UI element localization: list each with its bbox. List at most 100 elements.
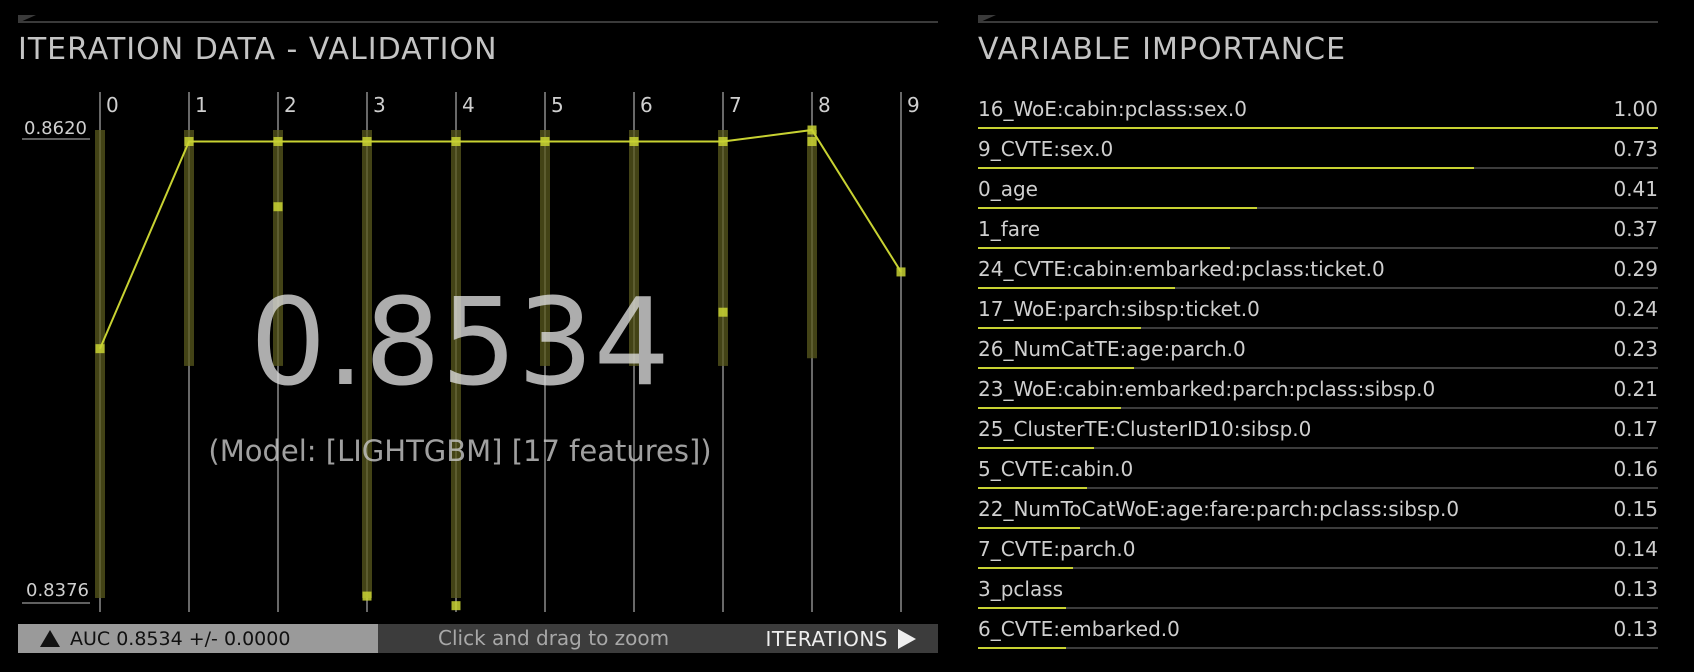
x-tick-label: 0 xyxy=(106,93,119,117)
importance-bar-fill xyxy=(978,487,1087,489)
x-tick-label: 6 xyxy=(640,93,653,117)
x-tick-label: 1 xyxy=(195,93,208,117)
best-score-value: 0.8534 xyxy=(250,274,670,413)
variable-row[interactable]: 1_fare 0.37 xyxy=(978,214,1658,254)
x-tick-label: 2 xyxy=(284,93,297,117)
iteration-range-band xyxy=(184,130,194,366)
x-tick-label: 5 xyxy=(551,93,564,117)
iteration-point xyxy=(362,137,372,147)
play-icon xyxy=(898,628,916,649)
variable-row[interactable]: 26_NumCatTE:age:parch.0 0.23 xyxy=(978,334,1658,374)
iteration-range-band xyxy=(807,130,817,359)
variable-row[interactable]: 3_pclass 0.13 xyxy=(978,574,1658,614)
y-tick-label-min: 0.8376 xyxy=(26,580,89,601)
variable-importance-value: 0.23 xyxy=(1613,337,1658,361)
importance-bar-track xyxy=(978,167,1658,169)
variable-importance-title: VARIABLE IMPORTANCE xyxy=(978,32,1347,67)
variable-row[interactable]: 25_ClusterTE:ClusterID10:sibsp.0 0.17 xyxy=(978,414,1658,454)
importance-bar-track xyxy=(978,287,1658,289)
iteration-point xyxy=(540,137,550,147)
variable-name: 23_WoE:cabin:embarked:parch:pclass:sibsp… xyxy=(978,377,1436,401)
iteration-point xyxy=(896,267,906,277)
iteration-range-band xyxy=(95,130,105,598)
importance-bar-track xyxy=(978,247,1658,249)
importance-bar-fill xyxy=(978,527,1080,529)
importance-bar-fill xyxy=(978,647,1067,649)
variable-row[interactable]: 22_NumToCatWoE:age:fare:parch:pclass:sib… xyxy=(978,494,1658,534)
variable-row[interactable]: 0_age 0.41 xyxy=(978,174,1658,214)
zoom-hint: Click and drag to zoom xyxy=(438,626,670,650)
variable-importance-value: 0.29 xyxy=(1613,257,1658,281)
variable-importance-value: 0.17 xyxy=(1613,417,1658,441)
importance-bar-fill xyxy=(978,447,1094,449)
variable-name: 26_NumCatTE:age:parch.0 xyxy=(978,337,1246,361)
variable-row[interactable]: 23_WoE:cabin:embarked:parch:pclass:sibsp… xyxy=(978,374,1658,414)
variable-row[interactable]: 7_CVTE:parch.0 0.14 xyxy=(978,534,1658,574)
metric-toggle[interactable]: AUC 0.8534 +/- 0.0000 xyxy=(18,624,378,653)
variable-row[interactable]: 24_CVTE:cabin:embarked:pclass:ticket.0 0.… xyxy=(978,254,1658,294)
variable-name: 22_NumToCatWoE:age:fare:parch:pclass:sib… xyxy=(978,497,1460,521)
variable-name: 0_age xyxy=(978,177,1038,201)
iteration-point xyxy=(451,601,461,611)
iteration-panel-title: ITERATION DATA - VALIDATION xyxy=(18,32,498,67)
x-tick-label: 8 xyxy=(818,93,831,117)
importance-bar-fill xyxy=(978,367,1135,369)
variable-name: 5_CVTE:cabin.0 xyxy=(978,457,1134,481)
variable-importance-value: 0.37 xyxy=(1613,217,1658,241)
importance-bar-track xyxy=(978,567,1658,569)
left-panel-divider xyxy=(18,21,938,23)
importance-bar-track xyxy=(978,327,1658,329)
variable-name: 6_CVTE:embarked.0 xyxy=(978,617,1180,641)
variable-row[interactable]: 9_CVTE:sex.0 0.73 xyxy=(978,134,1658,174)
importance-bar-fill xyxy=(978,207,1257,209)
iteration-point xyxy=(629,137,639,147)
variable-name: 17_WoE:parch:sibsp:ticket.0 xyxy=(978,297,1260,321)
variable-row[interactable]: 16_WoE:cabin:pclass:sex.0 1.00 xyxy=(978,94,1658,134)
variable-importance-value: 0.16 xyxy=(1613,457,1658,481)
right-panel-divider xyxy=(978,21,1658,23)
variable-row[interactable]: 5_CVTE:cabin.0 0.16 xyxy=(978,454,1658,494)
iterations-label: ITERATIONS xyxy=(765,626,888,651)
iterations-button[interactable]: ITERATIONS xyxy=(766,624,916,653)
importance-bar-track xyxy=(978,607,1658,609)
variable-name: 16_WoE:cabin:pclass:sex.0 xyxy=(978,97,1247,121)
importance-bar-track xyxy=(978,407,1658,409)
importance-bar-fill xyxy=(978,567,1074,569)
importance-bar-track xyxy=(978,127,1658,129)
variable-name: 1_fare xyxy=(978,217,1041,241)
iteration-point xyxy=(95,344,105,354)
y-tick-label-max: 0.8620 xyxy=(24,118,87,139)
variable-name: 3_pclass xyxy=(978,577,1064,601)
variable-importance-list: 16_WoE:cabin:pclass:sex.0 1.00 9_CVTE:sex.… xyxy=(978,94,1658,654)
variable-importance-value: 0.14 xyxy=(1613,537,1658,561)
iteration-point xyxy=(273,202,283,212)
variable-importance-value: 0.13 xyxy=(1613,617,1658,641)
variable-row[interactable]: 6_CVTE:embarked.0 0.13 xyxy=(978,614,1658,654)
importance-bar-fill xyxy=(978,327,1142,329)
iteration-point xyxy=(184,137,194,147)
x-tick-label: 3 xyxy=(373,93,386,117)
variable-importance-value: 0.15 xyxy=(1613,497,1658,521)
importance-bar-fill xyxy=(978,127,1658,129)
model-label: (Model: [LIGHTGBM] [17 features]) xyxy=(208,434,711,468)
iteration-point xyxy=(807,137,817,147)
importance-bar-track xyxy=(978,367,1658,369)
importance-bar-track xyxy=(978,647,1658,649)
iteration-point xyxy=(362,591,372,601)
variable-importance-value: 0.13 xyxy=(1613,577,1658,601)
variable-row[interactable]: 17_WoE:parch:sibsp:ticket.0 0.24 xyxy=(978,294,1658,334)
x-tick-label: 7 xyxy=(729,93,742,117)
importance-bar-fill xyxy=(978,247,1230,249)
iteration-point xyxy=(807,125,817,135)
iteration-point xyxy=(451,137,461,147)
iteration-point xyxy=(718,137,728,147)
importance-bar-fill xyxy=(978,407,1121,409)
iteration-chart[interactable]: 0 1 2 3 4 5 6 7 8 9 0.8620 0.8376 0.8534 (Model: [LIG… xyxy=(18,92,938,622)
x-tick-label: 4 xyxy=(462,93,475,117)
variable-importance-value: 0.73 xyxy=(1613,137,1658,161)
triangle-up-icon xyxy=(40,630,60,647)
iteration-range-band xyxy=(718,130,728,366)
importance-bar-track xyxy=(978,527,1658,529)
variable-name: 24_CVTE:cabin:embarked:pclass:ticket.0 xyxy=(978,257,1385,281)
x-tick-label: 9 xyxy=(907,93,920,117)
